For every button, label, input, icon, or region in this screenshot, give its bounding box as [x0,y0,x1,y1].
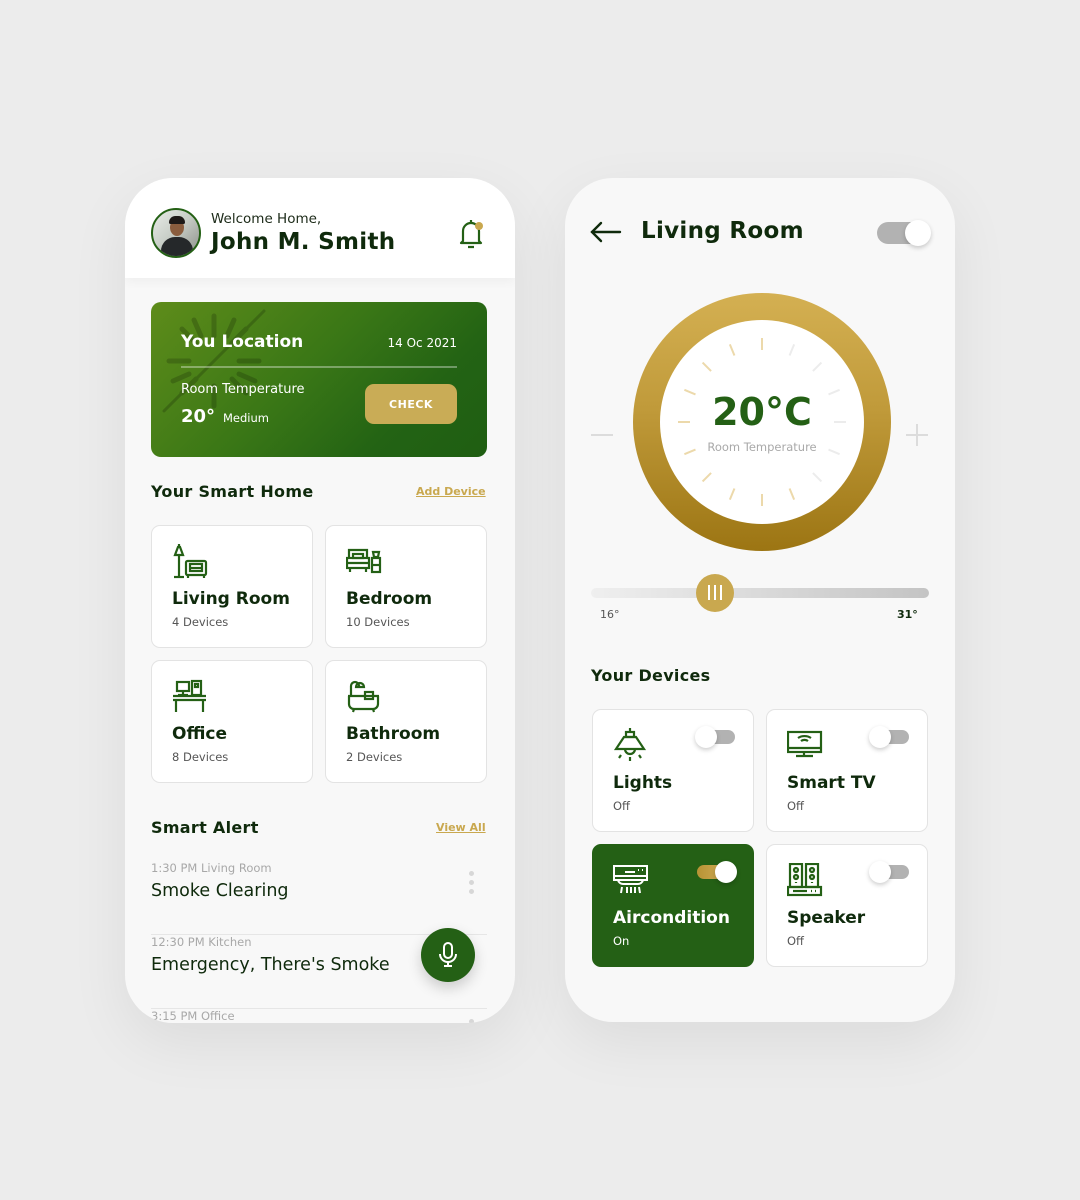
thermostat-value: 20°C [712,390,812,434]
slider-max-label: 31° [897,608,918,621]
smart-alert-title: Smart Alert [151,818,259,837]
office-icon [173,679,206,712]
slider-min-label: 16° [600,608,620,621]
room-power-toggle[interactable] [877,220,931,246]
more-options-icon[interactable] [467,1019,475,1023]
alert-meta: 12:30 PM Kitchen [151,935,252,949]
smart-tv-toggle[interactable] [869,726,909,748]
lights-toggle[interactable] [695,726,735,748]
room-temperature-level: Medium [223,411,269,425]
dial-tick [788,488,796,500]
room-card-office[interactable]: Office 8 Devices [151,660,313,783]
location-date: 14 Oc 2021 [387,336,457,350]
dial-tick [812,361,823,372]
dial-tick [701,472,712,483]
temperature-slider[interactable] [591,574,929,612]
speaker-toggle[interactable] [869,861,909,883]
room-detail-screen: Living Room 20°C Room Temperature 16° 31… [565,178,955,1022]
minus-icon[interactable] [591,425,613,445]
smart-tv-icon [787,730,823,758]
room-card-living-room[interactable]: Living Room 4 Devices [151,525,313,648]
device-name: Smart TV [787,773,876,793]
divider [181,366,457,368]
slider-thumb[interactable] [695,574,734,612]
microphone-icon [439,942,457,967]
dial-tick [728,488,736,500]
toggle-knob [869,861,891,883]
check-button[interactable]: CHECK [365,384,457,424]
devices-title: Your Devices [591,666,711,685]
toggle-knob [905,220,931,246]
speaker-icon [787,863,823,897]
device-state: On [613,934,630,948]
device-state: Off [613,799,630,813]
alert-meta: 3:15 PM Office [151,1009,235,1023]
ceiling-lamp-icon [613,728,647,761]
room-device-count: 8 Devices [172,750,229,764]
room-card-bathroom[interactable]: Bathroom 2 Devices [325,660,487,783]
voice-command-button[interactable] [421,928,475,982]
room-temperature-value: 20° [181,406,216,427]
room-card-bedroom[interactable]: Bedroom 10 Devices [325,525,487,648]
user-avatar[interactable] [151,208,201,258]
back-arrow-icon[interactable] [589,220,623,244]
room-title: Living Room [641,218,804,244]
smart-home-title: Your Smart Home [151,482,314,501]
room-name: Bedroom [346,589,433,609]
home-header: Welcome Home, John M. Smith [125,178,515,278]
device-card-lights[interactable]: Lights Off [592,709,754,832]
thermostat-label: Room Temperature [707,440,817,454]
device-state: Off [787,799,804,813]
device-name: Aircondition [613,908,730,928]
plus-icon[interactable] [906,424,928,446]
thermostat-dial[interactable]: 20°C Room Temperature [633,293,891,551]
alert-item[interactable]: 3:15 PM Office [151,1009,487,1023]
room-device-count: 2 Devices [346,750,403,764]
aircondition-toggle[interactable] [697,861,737,883]
view-all-link[interactable]: View All [436,821,486,834]
dial-tick [701,361,712,372]
device-card-smart-tv[interactable]: Smart TV Off [766,709,928,832]
room-temperature-label: Room Temperature [181,382,305,397]
bedroom-icon [346,548,382,574]
room-name: Bathroom [346,724,441,744]
add-device-link[interactable]: Add Device [416,485,486,498]
room-name: Office [172,724,228,744]
alert-item[interactable]: 1:30 PM Living Room Smoke Clearing [151,861,487,935]
alert-text: Emergency, There's Smoke [151,955,390,975]
avatar-body [161,237,193,256]
air-conditioner-icon [613,865,648,894]
home-screen: Welcome Home, John M. Smith You Location… [125,178,515,1023]
toggle-knob [715,861,737,883]
welcome-text: Welcome Home, [211,211,322,227]
toggle-knob [869,726,891,748]
device-name: Lights [613,773,673,793]
alert-meta: 1:30 PM Living Room [151,861,272,875]
device-name: Speaker [787,908,866,928]
thermostat-face: 20°C Room Temperature [660,320,864,524]
location-card: You Location 14 Oc 2021 Room Temperature… [151,302,487,457]
device-card-aircondition[interactable]: Aircondition On [592,844,754,967]
user-name: John M. Smith [211,229,396,255]
room-device-count: 10 Devices [346,615,410,629]
more-options-icon[interactable] [467,871,475,901]
avatar-hair [169,216,185,224]
living-room-icon [173,544,208,579]
alert-text: Smoke Clearing [151,881,289,901]
device-card-speaker[interactable]: Speaker Off [766,844,928,967]
dial-tick [812,472,823,483]
snowflake-decor-icon [162,309,266,413]
room-name: Living Room [172,589,290,609]
room-device-count: 4 Devices [172,615,229,629]
location-title: You Location [181,332,304,352]
device-state: Off [787,934,804,948]
dial-tick [788,344,796,356]
dial-tick [728,344,736,356]
bathroom-icon [347,680,380,713]
toggle-knob [695,726,717,748]
notification-badge [475,222,483,230]
